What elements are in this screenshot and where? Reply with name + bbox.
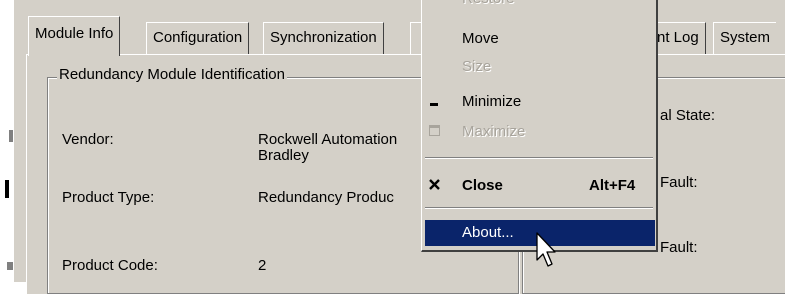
menu-separator <box>425 157 653 159</box>
tab-system[interactable]: System <box>713 22 777 54</box>
background-mark <box>9 130 13 142</box>
menu-item-size[interactable]: Size <box>422 54 656 80</box>
vendor-label: Vendor: <box>62 131 114 148</box>
menu-item-label: Close <box>462 177 503 194</box>
mouse-pointer-icon <box>535 232 557 278</box>
menu-item-close[interactable]: Close Alt+F4 <box>422 173 656 199</box>
menu-item-minimize[interactable]: Minimize <box>422 89 656 115</box>
product-type-value: Redundancy Produc <box>258 189 394 206</box>
product-type-label: Product Type: <box>62 189 155 206</box>
tab-label: Module Info <box>35 25 114 42</box>
background-window-edge <box>0 0 15 282</box>
minimize-icon <box>428 91 442 120</box>
state-label: al State: <box>660 107 716 124</box>
tab-label: nt Log <box>657 29 699 46</box>
menu-item-label: Size <box>462 58 492 75</box>
group-title: Redundancy Module Identification <box>57 66 287 83</box>
system-menu: Restore Move Size Minimize Maximize Clos… <box>421 0 658 252</box>
menu-item-move[interactable]: Move <box>422 26 656 52</box>
maximize-icon <box>428 119 442 148</box>
tab-label: Synchronization <box>270 29 377 46</box>
menu-item-label: Maximize <box>462 123 526 140</box>
product-code-label: Product Code: <box>62 257 158 274</box>
restore-icon <box>428 0 442 12</box>
fault-label: Fault: <box>660 239 698 256</box>
menu-item-label: About... <box>462 224 514 241</box>
close-shortcut: Alt+F4 <box>589 177 636 194</box>
menu-separator <box>425 207 653 209</box>
background-mark <box>7 262 13 270</box>
menu-item-label: Restore <box>462 0 515 12</box>
menu-item-label: Minimize <box>462 93 522 110</box>
vendor-value-line2: Bradley <box>258 147 309 164</box>
menu-item-restore[interactable]: Restore <box>422 0 656 12</box>
tab-label: System <box>720 29 771 46</box>
background-mark <box>5 180 9 198</box>
close-icon <box>428 173 442 206</box>
vendor-value: Rockwell Automation <box>258 131 398 148</box>
tab-configuration[interactable]: Configuration <box>146 22 250 54</box>
tab-event-log[interactable]: nt Log <box>654 22 706 54</box>
tab-synchronization[interactable]: Synchronization <box>263 22 384 54</box>
menu-item-label: Move <box>462 30 499 47</box>
fault-label: Fault: <box>660 174 698 191</box>
menu-item-maximize[interactable]: Maximize <box>422 119 656 145</box>
product-code-value: 2 <box>258 257 267 274</box>
tab-module-info[interactable]: Module Info <box>28 16 121 56</box>
tab-label: Configuration <box>153 29 243 46</box>
